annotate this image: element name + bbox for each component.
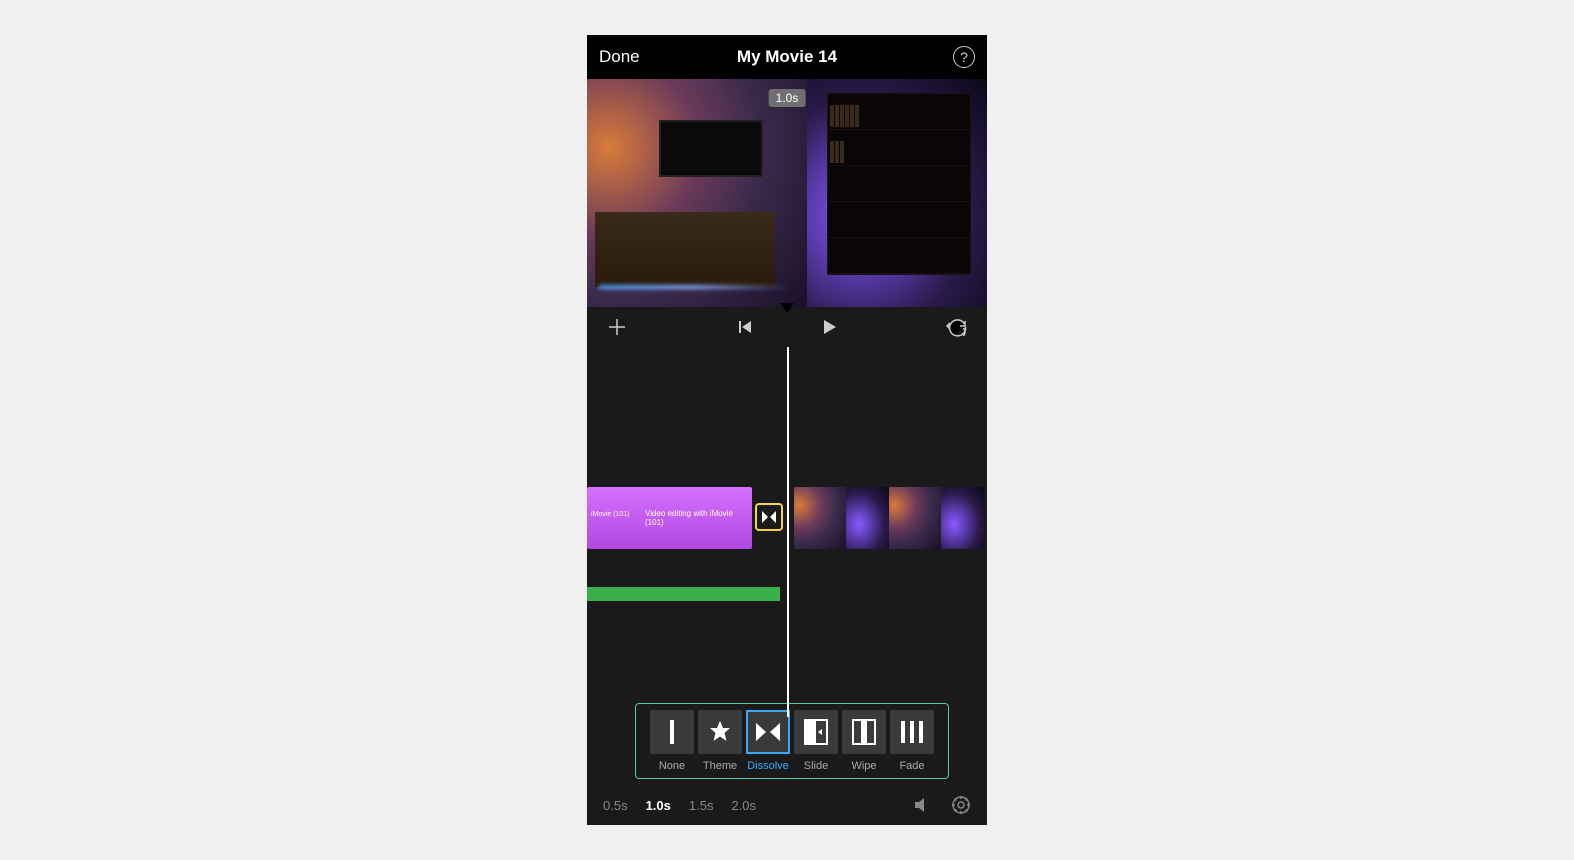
- duration-options: 0.5s 1.0s 1.5s 2.0s: [587, 787, 987, 825]
- video-clip[interactable]: [794, 487, 984, 549]
- help-button[interactable]: ?: [953, 46, 975, 68]
- playhead-line[interactable]: [787, 347, 789, 717]
- transition-label: None: [659, 760, 685, 772]
- slide-icon: [804, 719, 828, 745]
- star-icon: [707, 719, 733, 745]
- playhead-marker-icon: [780, 303, 794, 313]
- title-clip-text-a: iMovie (101): [591, 511, 630, 518]
- done-button[interactable]: Done: [599, 47, 640, 67]
- play-button[interactable]: [817, 315, 841, 339]
- settings-icon[interactable]: [951, 795, 971, 815]
- duration-0-5s[interactable]: 0.5s: [603, 798, 628, 813]
- audio-track[interactable]: [587, 587, 780, 601]
- project-title: My Movie 14: [587, 47, 987, 67]
- preview-frame: [587, 79, 987, 307]
- transition-label: Theme: [703, 760, 737, 772]
- timeline[interactable]: iMovie (101) Video editing with iMovie (…: [587, 347, 987, 717]
- none-icon: [662, 718, 682, 746]
- title-clip-text-b: Video editing with iMovie (101): [645, 509, 752, 527]
- transition-theme[interactable]: Theme: [698, 710, 742, 772]
- transition-label: Fade: [899, 760, 924, 772]
- header-bar: Done My Movie 14 ?: [587, 35, 987, 79]
- fade-icon: [899, 719, 925, 745]
- duration-1-5s[interactable]: 1.5s: [689, 798, 714, 813]
- transition-duration-badge: 1.0s: [769, 89, 806, 107]
- imovie-editor: Done My Movie 14 ? 1.0s: [587, 35, 987, 825]
- dissolve-icon: [755, 721, 781, 743]
- video-preview[interactable]: 1.0s: [587, 79, 987, 307]
- transition-wipe[interactable]: Wipe: [842, 710, 886, 772]
- transition-marker[interactable]: [755, 503, 783, 531]
- transition-fade[interactable]: Fade: [890, 710, 934, 772]
- transition-none[interactable]: None: [650, 710, 694, 772]
- undo-button[interactable]: [945, 315, 969, 339]
- playback-controls: [587, 307, 987, 347]
- transition-label: Dissolve: [747, 760, 789, 772]
- duration-2-0s[interactable]: 2.0s: [731, 798, 756, 813]
- volume-icon[interactable]: [913, 796, 933, 814]
- transition-dissolve[interactable]: Dissolve: [746, 710, 790, 772]
- duration-1-0s[interactable]: 1.0s: [646, 798, 671, 813]
- add-media-button[interactable]: [605, 315, 629, 339]
- transition-label: Slide: [804, 760, 828, 772]
- wipe-icon: [852, 719, 876, 745]
- skip-back-button[interactable]: [733, 315, 757, 339]
- transition-options: None Theme Dissolve Slide Wipe Fade: [635, 703, 949, 779]
- title-clip[interactable]: iMovie (101) Video editing with iMovie (…: [587, 487, 752, 549]
- transition-slide[interactable]: Slide: [794, 710, 838, 772]
- dissolve-icon: [761, 509, 777, 525]
- transition-inspector: None Theme Dissolve Slide Wipe Fade: [587, 703, 987, 825]
- transition-label: Wipe: [851, 760, 876, 772]
